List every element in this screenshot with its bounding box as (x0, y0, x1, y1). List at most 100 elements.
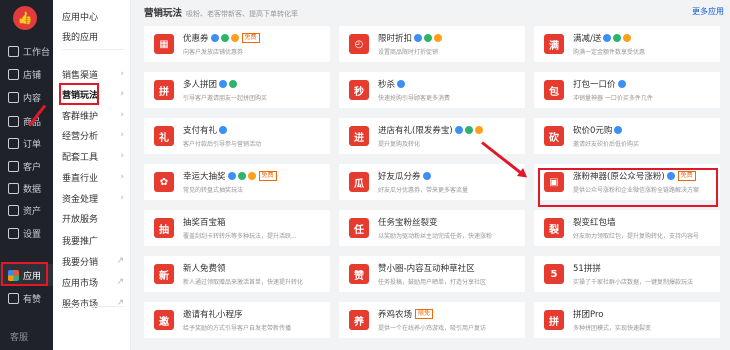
platform-badge-icon (474, 126, 483, 134)
menu-item-13[interactable]: 服务市场 ↗ (62, 292, 124, 314)
app-title-row: 砍价0元购 (573, 124, 716, 136)
nav-item-3[interactable]: 商品 (0, 110, 53, 132)
app-card[interactable]: 裂裂变红包墙 好友助力领取红包，提升复购转化，支持内容号 (534, 210, 720, 246)
app-card[interactable]: 满满减/送 购满一定金额件数享受优惠 (534, 26, 720, 62)
menu-item-label: 经营分析 (62, 131, 99, 142)
more-apps-link[interactable]: 更多应用 (692, 6, 724, 17)
nav-item-0[interactable]: 工作台 (0, 40, 53, 62)
platform-badge-icon (623, 34, 632, 42)
app-icon: 进 (349, 126, 369, 146)
app-description: 设置商品限时打折促销 (378, 49, 439, 56)
app-card[interactable]: ◴ 限时折扣设置商品限时打折促销 (339, 26, 525, 62)
nav-item-4[interactable]: 订单 (0, 132, 53, 154)
menu-item-5[interactable]: 经营分析 › (62, 124, 124, 146)
menu-item-10[interactable]: 我要推广 (62, 229, 124, 251)
app-card[interactable]: 赞赞小圈-内容互动种草社区 任务投稿，鼓励用户晒单，打造分享社区 (339, 256, 525, 292)
menu-item-9[interactable]: 开放服务 (62, 207, 124, 229)
app-icon: ◴ (349, 34, 369, 54)
app-title-row: 满减/送 (573, 32, 716, 44)
app-title: 打包一口价 (573, 80, 616, 90)
app-text: 赞小圈-内容互动种草社区 任务投稿，鼓励用户晒单，打造分享社区 (378, 262, 525, 286)
menu-item-0[interactable]: 应用中心 (62, 5, 124, 27)
app-text: 进店有礼(限发券宝) 提升复购及转化 (378, 124, 525, 148)
app-card[interactable]: 瓜好友瓜分券好友瓜分优惠券，带来更多客流量 (339, 164, 525, 200)
app-text: 新人免费领 新人通过领取赠品来激活首单，快速提升转化 (183, 262, 330, 286)
app-text: 砍价0元购邀请好友砍价后低价购买 (573, 124, 720, 148)
app-description: 好友瓜分优惠券，带来更多客流量 (378, 187, 469, 194)
app-text: 支付有礼 客户付款后引导参与营销活动 (183, 124, 330, 148)
app-card[interactable]: 砍砍价0元购邀请好友砍价后低价购买 (534, 118, 720, 154)
app-description: 实操了千家社群小店数据，一键复制爆款玩法 (573, 279, 694, 286)
app-title-row: 好友瓜分券 (378, 170, 521, 182)
app-card[interactable]: 邀邀请有礼小程序 给予奖励的方式引导客户自发老带新传播 (144, 302, 330, 338)
nav-item-10[interactable]: 有赞 (0, 287, 53, 309)
platform-badge-icon (424, 34, 433, 42)
platform-badge-icon (617, 80, 626, 88)
app-card[interactable]: 拼多人拼团 引导客户邀请朋友一起拼团购买 (144, 72, 330, 108)
app-icon: 秒 (349, 80, 369, 100)
nav-item-1[interactable]: 店铺 (0, 63, 53, 85)
app-description: 好友助力领取红包，提升复购转化，支持内容号 (573, 233, 700, 240)
app-card[interactable]: 包打包一口价 冲销量神器 一口价买多件几件 (534, 72, 720, 108)
app-title-row: 裂变红包墙 (573, 216, 716, 228)
app-card[interactable]: 礼支付有礼 客户付款后引导参与营销活动 (144, 118, 330, 154)
menu-item-label: 资金处理 (62, 194, 99, 205)
app-text: 满减/送 购满一定金额件数享受优惠 (573, 32, 720, 56)
menu-item-7[interactable]: 垂直行业 › (62, 166, 124, 188)
chevron-right-icon: › (120, 151, 124, 161)
app-title-row: 任务宝粉丝裂变 (378, 216, 521, 228)
app-card[interactable]: 5 51拼拼 实操了千家社群小店数据，一键复制爆款玩法 (534, 256, 720, 292)
app-text: 拼团Pro 多种拼团模式，实现快速裂变 (573, 308, 720, 332)
app-card[interactable]: ▦ 优惠券 免费 向客户发放店铺优惠券 (144, 26, 330, 62)
chevron-right-icon: › (120, 69, 124, 79)
menu-item-4[interactable]: 客群维护 › (62, 104, 124, 126)
app-description: 提供一个在线养小鸡游戏，吸引用户复访 (378, 325, 487, 332)
menu-item-2[interactable]: 销售渠道 › (62, 63, 124, 85)
app-title: 满减/送 (573, 34, 602, 44)
app-description: 邀请好友砍价后低价购买 (573, 141, 640, 148)
platform-badge-icon (397, 80, 406, 88)
app-card[interactable]: 抽抽奖百宝箱 覆盖刮刮卡转转乐等多种玩法，提升活跃... (144, 210, 330, 246)
free-tag: 限免 (415, 309, 434, 319)
app-description: 提升复购及转化 (378, 141, 421, 148)
app-description: 冲销量神器 一口价买多件几件 (573, 95, 653, 102)
app-card[interactable]: 任任务宝粉丝裂变 以奖励为驱动粉丝主动完成任务，快速涨粉 (339, 210, 525, 246)
menu-item-1[interactable]: 我的应用 (62, 25, 124, 47)
app-icon: 邀 (154, 310, 174, 330)
app-title-row: 邀请有礼小程序 (183, 308, 326, 320)
app-title-row: 限时折扣 (378, 32, 521, 44)
menu-item-11[interactable]: 我要分销 ↗ (62, 250, 124, 272)
app-icon: 瓜 (349, 172, 369, 192)
nav-item-label: 店铺 (23, 70, 42, 81)
customer-service-link[interactable]: 客服 (10, 330, 28, 343)
app-card[interactable]: 拼拼团Pro 多种拼团模式，实现快速裂变 (534, 302, 720, 338)
app-text: 好友瓜分券好友瓜分优惠券，带来更多客流量 (378, 170, 525, 194)
app-title: 赞小圈-内容互动种草社区 (378, 264, 475, 274)
menu-item-8[interactable]: 资金处理 › (62, 187, 124, 209)
nav-item-8[interactable]: 设置 (0, 222, 53, 244)
menu-item-12[interactable]: 应用市场 ↗ (62, 271, 124, 293)
nav-item-7[interactable]: 资产 (0, 199, 53, 221)
platform-badge-icon (219, 126, 228, 134)
app-title: 邀请有礼小程序 (183, 310, 243, 320)
app-card[interactable]: 新新人免费领 新人通过领取赠品来激活首单，快速提升转化 (144, 256, 330, 292)
app-title: 砍价0元购 (573, 126, 613, 136)
app-title-row: 进店有礼(限发券宝) (378, 124, 521, 136)
menu-item-label: 客群维护 (62, 111, 99, 122)
app-title-row: 打包一口价 (573, 78, 716, 90)
nav-item-5[interactable]: 客户 (0, 155, 53, 177)
app-icon: 砍 (544, 126, 564, 146)
app-card[interactable]: 养养鸡农场 限免 提供一个在线养小鸡游戏，吸引用户复访 (339, 302, 525, 338)
app-title: 支付有礼 (183, 126, 218, 136)
nav-item-label: 数据 (23, 184, 42, 195)
app-text: 养鸡农场 限免 提供一个在线养小鸡游戏，吸引用户复访 (378, 308, 525, 332)
app-card[interactable]: ✿ 幸运大抽奖 免费 常见的转盘式抽奖玩法 (144, 164, 330, 200)
app-card[interactable]: 进进店有礼(限发券宝) 提升复购及转化 (339, 118, 525, 154)
platform-badge-icon (422, 172, 431, 180)
highlight-fans-tool-card (538, 168, 718, 207)
store-logo[interactable]: 👍 (13, 6, 37, 30)
app-card[interactable]: 秒秒杀 快速抢购引导顾客更多消费 (339, 72, 525, 108)
nav-item-6[interactable]: 数据 (0, 177, 53, 199)
free-tag: 免费 (258, 171, 277, 181)
menu-item-6[interactable]: 配套工具 › (62, 145, 124, 167)
